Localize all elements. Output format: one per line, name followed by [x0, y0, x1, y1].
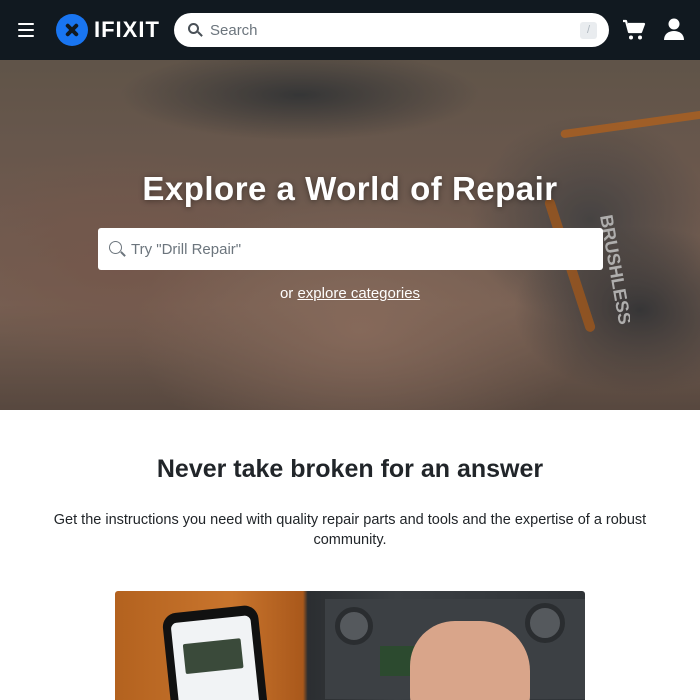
feature-image-fan: [525, 603, 565, 643]
feature-image-repair: [115, 591, 585, 700]
feature-image-phone: [161, 604, 269, 700]
feature-image-hand: [410, 621, 530, 700]
hamburger-menu-icon[interactable]: [14, 18, 40, 42]
explore-categories-link[interactable]: explore categories: [297, 285, 420, 302]
search-icon: [109, 241, 126, 257]
hero-banner: BRUSHLESS Explore a World of Repair or e…: [0, 60, 700, 410]
header-search-input[interactable]: [210, 21, 570, 39]
hero-search-box[interactable]: [98, 228, 603, 270]
top-navigation-bar: IFIXIT /: [0, 0, 700, 60]
search-shortcut-key: /: [580, 22, 597, 39]
hero-search-input[interactable]: [131, 240, 581, 258]
shopping-cart-icon[interactable]: [622, 19, 646, 41]
logo-text: IFIXIT: [94, 17, 160, 42]
section-description: Get the instructions you need with quali…: [53, 512, 647, 548]
hero-subtext: or explore categories: [0, 285, 700, 302]
header-search-box[interactable]: /: [174, 13, 609, 47]
search-icon: [188, 23, 203, 37]
user-icon[interactable]: [662, 17, 686, 41]
hero-subtext-prefix: or: [279, 285, 294, 302]
section-title: Never take broken for an answer: [156, 455, 544, 483]
hero-title: Explore a World of Repair: [142, 170, 558, 207]
ifixit-logo-icon: [56, 14, 88, 46]
feature-image-fan: [335, 607, 373, 645]
ifixit-logo[interactable]: IFIXIT: [56, 14, 160, 46]
